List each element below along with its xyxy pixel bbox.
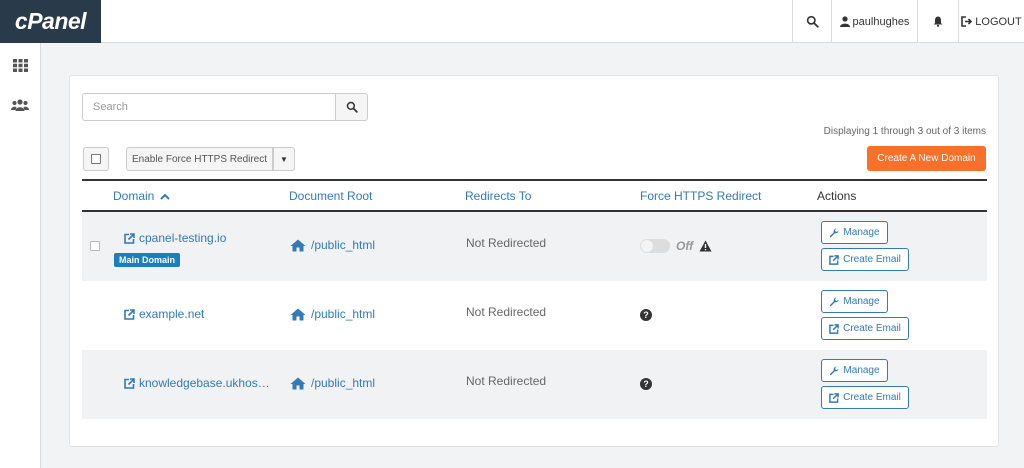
bell-icon xyxy=(933,16,943,27)
document-root-link[interactable]: /public_html xyxy=(290,307,375,321)
wrench-icon xyxy=(830,227,839,237)
sidebar-item-users[interactable] xyxy=(0,85,40,125)
home-icon xyxy=(290,308,306,320)
table-row: cpanel-testing.io Main Domain /public_ht… xyxy=(82,212,987,281)
external-link-icon xyxy=(829,254,839,265)
domains-panel: Displaying 1 through 3 out of 3 items En… xyxy=(69,75,999,447)
force-https-control: Off xyxy=(640,239,712,253)
user-menu[interactable]: paulhughes xyxy=(831,0,917,43)
search-icon xyxy=(806,15,819,28)
row-checkbox[interactable] xyxy=(90,241,100,251)
main-domain-badge: Main Domain xyxy=(114,253,181,267)
warning-icon[interactable] xyxy=(699,240,712,252)
manage-button[interactable]: Manage xyxy=(821,221,888,244)
force-https-control: ? xyxy=(640,309,652,321)
manage-button[interactable]: Manage xyxy=(821,359,888,382)
users-icon xyxy=(11,99,29,111)
sidebar-item-tools[interactable] xyxy=(0,45,40,85)
cpanel-logo[interactable]: cPanel xyxy=(0,0,101,43)
external-link-icon xyxy=(829,392,839,403)
table-row: knowledgebase.ukhos… /public_html Not Re… xyxy=(82,350,987,419)
force-https-toggle[interactable] xyxy=(640,239,670,253)
domains-table: Domain Document Root Redirects To Force … xyxy=(82,179,987,419)
external-link-icon xyxy=(829,323,839,334)
help-icon[interactable]: ? xyxy=(640,378,652,390)
create-email-button[interactable]: Create Email xyxy=(821,317,909,340)
table-header: Domain Document Root Redirects To Force … xyxy=(82,179,987,212)
home-icon xyxy=(290,239,306,251)
grid-icon xyxy=(12,58,28,72)
column-redirects-to[interactable]: Redirects To xyxy=(465,189,531,203)
create-domain-button[interactable]: Create A New Domain xyxy=(867,146,986,171)
sort-up-icon xyxy=(159,193,170,200)
top-actions: paulhughes LOGOUT xyxy=(792,0,1024,43)
top-bar: cPanel paulhughes LOGOUT xyxy=(0,0,1024,43)
caret-down-icon: ▼ xyxy=(280,154,288,164)
logout-label: LOGOUT xyxy=(975,15,1022,28)
force-https-control: ? xyxy=(640,378,652,390)
domain-link[interactable]: knowledgebase.ukhos… xyxy=(124,376,270,390)
external-link-icon xyxy=(124,232,135,244)
search-icon xyxy=(346,101,358,113)
logout-icon xyxy=(961,16,973,27)
search-submit-button[interactable] xyxy=(335,93,368,121)
user-icon xyxy=(839,16,850,27)
sidebar xyxy=(0,43,41,468)
column-force-https[interactable]: Force HTTPS Redirect xyxy=(640,189,761,203)
bulk-action-dropdown[interactable]: ▼ xyxy=(273,147,295,171)
home-icon xyxy=(290,377,306,389)
notifications-button[interactable] xyxy=(917,0,958,43)
wrench-icon xyxy=(830,296,839,306)
table-row: example.net /public_html Not Redirected … xyxy=(82,281,987,350)
domain-link[interactable]: example.net xyxy=(124,307,204,321)
document-root-link[interactable]: /public_html xyxy=(290,238,375,252)
external-link-icon xyxy=(124,377,135,389)
column-document-root[interactable]: Document Root xyxy=(289,189,372,203)
column-actions: Actions xyxy=(817,189,857,203)
create-email-button[interactable]: Create Email xyxy=(821,248,909,271)
bulk-action-button[interactable]: Enable Force HTTPS Redirect xyxy=(126,147,273,171)
toggle-state-label: Off xyxy=(676,239,694,253)
search-input[interactable] xyxy=(82,93,335,121)
document-root-link[interactable]: /public_html xyxy=(290,376,375,390)
domain-link[interactable]: cpanel-testing.io xyxy=(124,231,226,245)
pagination-info: Displaying 1 through 3 out of 3 items xyxy=(823,126,986,137)
manage-button[interactable]: Manage xyxy=(821,290,888,313)
username-label: paulhughes xyxy=(852,15,910,28)
redirects-to-value: Not Redirected xyxy=(466,236,547,250)
wrench-icon xyxy=(830,365,839,375)
logout-button[interactable]: LOGOUT xyxy=(958,0,1024,43)
redirects-to-value: Not Redirected xyxy=(466,374,547,388)
column-domain[interactable]: Domain xyxy=(113,189,170,203)
search-button[interactable] xyxy=(792,0,831,43)
redirects-to-value: Not Redirected xyxy=(466,305,547,319)
help-icon[interactable]: ? xyxy=(640,309,652,321)
external-link-icon xyxy=(124,308,135,320)
create-email-button[interactable]: Create Email xyxy=(821,386,909,409)
select-all-checkbox[interactable] xyxy=(83,147,109,171)
